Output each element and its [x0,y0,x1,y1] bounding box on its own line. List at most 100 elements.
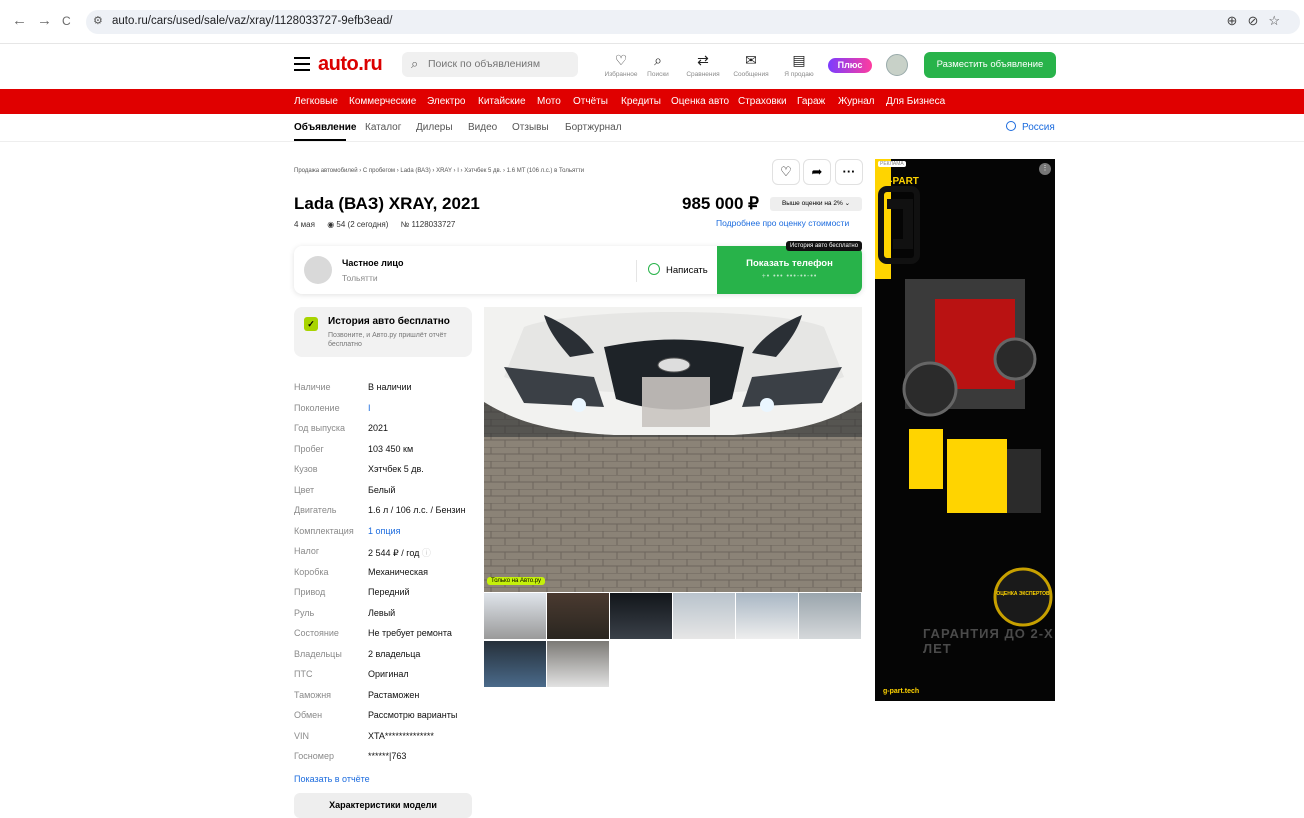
spec-value: 103 450 км [368,444,414,454]
tabs-divider [0,141,1304,142]
phone-mask: +• ••• •••-••-•• [761,273,818,280]
chat-icon [648,263,660,275]
ad-brand: g-PART [883,176,919,187]
only-on-autoru-badge: Только на Авто.ру [487,577,546,585]
info-icon[interactable]: ⓘ [422,548,431,558]
tab-catalog[interactable]: Каталог [365,122,401,133]
spec-key: ПТС [294,669,313,679]
price-estimate-link[interactable]: Подробнее про оценку стоимости [716,218,849,228]
listing-title: Lada (ВАЗ) XRAY, 2021 [294,194,480,213]
tab-listing[interactable]: Объявление [294,122,357,133]
nav-item-moto[interactable]: Мото [537,96,561,107]
forward-icon[interactable]: → [37,12,52,29]
menu-icon[interactable] [294,57,310,75]
nav-item-garage[interactable]: Гараж [797,96,825,107]
history-icon: ✓ [304,317,318,331]
bookmark-star-icon[interactable]: ☆ [1268,13,1290,28]
favorite-button[interactable]: ♡ [772,159,800,185]
selling-button[interactable]: ▤ Я продаю [775,52,823,78]
history-banner[interactable]: ✓ История авто бесплатно Позвоните, и Ав… [294,307,472,357]
spec-value: 2 владельца [368,649,421,659]
reload-icon[interactable]: C [62,14,71,28]
spec-key: Двигатель [294,505,337,515]
compare-icon: ⇄ [697,52,709,68]
photo-thumbnail[interactable] [799,593,861,639]
ad-banner[interactable]: РЕКЛАМА ⋮ g-PART ОЦЕНКА ЭКСПЕРТОВ ГАРАНТ… [875,159,1055,701]
show-phone-button[interactable]: Показать телефон +• ••• •••-••-•• [717,246,862,294]
site-logo[interactable]: auto.ru [318,53,383,76]
nav-item-electric[interactable]: Электро [427,96,465,107]
spec-value: Рассмотрю варианты [368,710,458,720]
nav-item-cars[interactable]: Легковые [294,96,338,107]
place-ad-button[interactable]: Разместить объявление [924,52,1056,78]
tab-logbook[interactable]: Бортжурнал [565,122,622,133]
search-input[interactable] [428,58,568,70]
user-avatar[interactable] [886,54,908,76]
nav-item-valuation[interactable]: Оценка авто [671,96,729,107]
photo-thumbnail[interactable] [736,593,798,639]
listing-number: № 1128033727 [400,220,456,229]
history-title: История авто бесплатно [328,316,450,327]
share-button[interactable]: ➦ [803,159,831,185]
spec-key: Таможня [294,690,332,700]
compare-button[interactable]: ⇄ Сравнения [679,52,727,78]
ad-domain[interactable]: g-part.tech [883,688,919,695]
tab-video[interactable]: Видео [468,122,497,133]
photo-thumbnail[interactable] [673,593,735,639]
spec-value: Левый [368,608,396,618]
write-message-button[interactable]: Написать [648,263,708,276]
model-specs-button[interactable]: Характеристики модели [294,793,472,818]
show-in-report-link[interactable]: Показать в отчёте [294,774,370,784]
spec-key: Пробег [294,444,324,454]
browser-toolbar: ← → C ⚙ auto.ru/cars/used/sale/vaz/xray/… [0,0,1304,44]
plus-badge[interactable]: Плюс [828,58,872,73]
photo-thumbnail[interactable] [547,593,609,639]
photo-thumbnail[interactable] [484,641,546,687]
nav-item-chinese[interactable]: Китайские [478,96,526,107]
history-tooltip: История авто бесплатно [786,241,863,251]
seller-name: Частное лицо [342,258,404,268]
messages-icon: ✉ [745,52,757,68]
write-label: Написать [666,265,708,276]
tab-dealers[interactable]: Дилеры [416,122,453,133]
location-icon [1006,121,1016,131]
region-selector[interactable]: Россия [1006,121,1055,133]
spec-value: В наличии [368,382,412,392]
url-text[interactable]: auto.ru/cars/used/sale/vaz/xray/11280337… [112,15,392,27]
zoom-icon[interactable]: ⊕ [1227,13,1248,28]
spec-value-link[interactable]: I [368,403,371,413]
more-button[interactable]: ··· [835,159,863,185]
category-nav: Легковые Коммерческие Электро Китайские … [0,89,1304,114]
photo-thumbnail[interactable] [484,593,546,639]
compare-label: Сравнения [686,71,720,78]
nav-item-business[interactable]: Для Бизнеса [886,96,945,107]
nav-item-insurance[interactable]: Страховки [738,96,787,107]
share-icon: ➦ [811,164,823,179]
eye-off-icon[interactable]: ⊘ [1247,13,1268,28]
site-settings-icon[interactable]: ⚙ [93,14,103,27]
back-icon[interactable]: ← [12,12,27,29]
breadcrumb[interactable]: Продажа автомобилей › С пробегом › Lada … [294,168,584,174]
ad-more-icon[interactable]: ⋮ [1039,163,1051,175]
nav-item-commercial[interactable]: Коммерческие [349,96,416,107]
saved-searches-button[interactable]: ⌕ Поиски [634,52,682,78]
nav-item-reports[interactable]: Отчёты [573,96,608,107]
price-estimate-badge[interactable]: Выше оценки на 2% ⌄ [770,197,862,211]
address-bar[interactable]: ⚙ auto.ru/cars/used/sale/vaz/xray/112803… [86,10,1300,34]
photo-thumbnail[interactable] [547,641,609,687]
searches-label: Поиски [647,71,669,78]
search-box[interactable]: ⌕ [402,52,578,77]
spec-value-link[interactable]: 1 опция [368,526,400,536]
seller-avatar [304,256,332,284]
listing-date: 4 мая [294,220,315,229]
car-photo-illustration [484,307,862,592]
nav-item-journal[interactable]: Журнал [838,96,875,107]
tab-reviews[interactable]: Отзывы [512,122,549,133]
main-photo[interactable] [484,307,862,592]
messages-label: Сообщения [733,71,769,78]
nav-item-credits[interactable]: Кредиты [621,96,661,107]
photo-thumbnail[interactable] [610,593,672,639]
spec-key: Обмен [294,710,323,720]
messages-button[interactable]: ✉ Сообщения [727,52,775,78]
spec-key: Коробка [294,567,329,577]
